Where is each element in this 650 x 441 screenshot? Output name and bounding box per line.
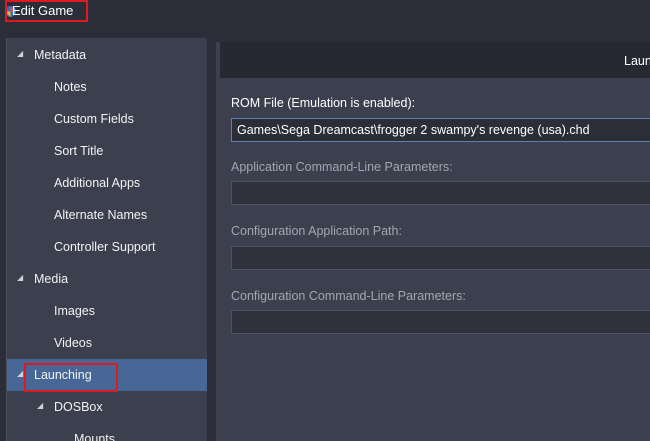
tree-label: Videos (54, 336, 92, 350)
config-command-line-input[interactable] (231, 310, 650, 334)
tree-item-notes[interactable]: Notes (7, 73, 207, 103)
tree-label: Mounts (74, 432, 115, 441)
tree-item-metadata[interactable]: ◢ Metadata (7, 41, 207, 71)
expanded-arrow-icon[interactable]: ◢ (17, 49, 23, 58)
tree-label: Notes (54, 80, 87, 94)
tree-label: Sort Title (54, 144, 104, 158)
launching-panel: Launching ROM File (Emulation is enabled… (216, 42, 650, 441)
tree-label: Images (54, 304, 95, 318)
expanded-arrow-icon[interactable]: ◢ (17, 273, 23, 282)
tree-label: Additional Apps (54, 176, 141, 190)
rom-file-label: ROM File (Emulation is enabled): (231, 96, 416, 110)
tree-item-alternate-names[interactable]: Alternate Names (7, 201, 207, 231)
tree-item-controller-support[interactable]: Controller Support (7, 233, 207, 263)
panel-title: Launching (624, 54, 650, 68)
tree-item-images[interactable]: Images (7, 297, 207, 327)
tree-label: Metadata (34, 48, 87, 62)
title-bar: Edit Game (0, 0, 650, 24)
tree-item-videos[interactable]: Videos (7, 329, 207, 359)
tree-label: DOSBox (54, 400, 103, 414)
app-command-line-label: Application Command-Line Parameters: (231, 160, 453, 174)
app-command-line-input[interactable] (231, 181, 650, 205)
panel-header: Launching (220, 42, 650, 78)
tree-item-media[interactable]: ◢ Media (7, 265, 207, 295)
config-app-path-input[interactable] (231, 246, 650, 270)
tree-label: Alternate Names (54, 208, 148, 222)
config-app-path-label: Configuration Application Path: (231, 224, 402, 238)
tree-label: Media (34, 272, 69, 286)
window-title: Edit Game (12, 3, 74, 18)
tree-label: Custom Fields (54, 112, 134, 126)
expanded-arrow-icon[interactable]: ◢ (37, 401, 43, 410)
tree-item-mounts[interactable]: Mounts (7, 425, 207, 441)
rom-file-value: Games\Sega Dreamcast\frogger 2 swampy's … (237, 123, 590, 137)
expanded-arrow-icon[interactable]: ◢ (17, 369, 23, 378)
annotation-highlight (24, 363, 118, 392)
tree-item-additional-apps[interactable]: Additional Apps (7, 169, 207, 199)
rom-file-input[interactable]: Games\Sega Dreamcast\frogger 2 swampy's … (231, 118, 650, 142)
tree-label: Controller Support (54, 240, 156, 254)
tree-item-dosbox[interactable]: ◢ DOSBox (7, 393, 207, 423)
tree-item-custom-fields[interactable]: Custom Fields (7, 105, 207, 135)
tree-item-sort-title[interactable]: Sort Title (7, 137, 207, 167)
config-command-line-label: Configuration Command-Line Parameters: (231, 289, 466, 303)
